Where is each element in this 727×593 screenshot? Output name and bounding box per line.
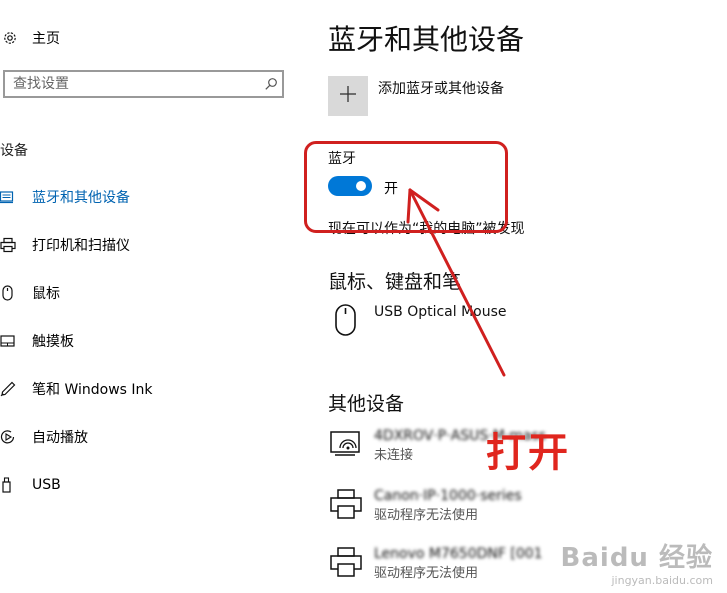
other-devices-heading: 其他设备 [328, 393, 405, 415]
mouse-icon [328, 302, 364, 338]
sidebar-item-mouse[interactable]: 鼠标 [0, 269, 300, 317]
bluetooth-devices-icon [0, 189, 20, 205]
watermark-line2: jingyan.baidu.com [611, 574, 713, 587]
sidebar-item-bluetooth[interactable]: 蓝牙和其他设备 [0, 173, 300, 221]
printer-icon [0, 237, 20, 253]
sidebar-item-label: 蓝牙和其他设备 [32, 190, 130, 206]
mouse-keyboard-pen-heading: 鼠标、键盘和笔 [328, 271, 462, 293]
sidebar-item-touchpad[interactable]: 触摸板 [0, 317, 300, 365]
sidebar-item-label: 鼠标 [32, 286, 60, 302]
devices-section-label: 设备 [0, 143, 28, 159]
device-name: USB Optical Mouse [374, 304, 507, 320]
sidebar-item-label: 笔和 Windows Ink [32, 382, 153, 398]
sidebar-item-label: 自动播放 [32, 430, 88, 446]
device-name: Canon·IP·1000·series [374, 488, 522, 504]
page-title: 蓝牙和其他设备 [328, 23, 525, 56]
sidebar-item-label: 触摸板 [32, 334, 74, 350]
mouse-icon [0, 285, 20, 301]
usb-icon [0, 477, 20, 493]
autoplay-icon [0, 429, 20, 445]
device-printer-canon[interactable]: Canon·IP·1000·series 驱动程序无法使用 [328, 486, 522, 526]
sidebar-item-printers[interactable]: 打印机和扫描仪 [0, 221, 300, 269]
add-device-label[interactable]: 添加蓝牙或其他设备 [378, 78, 504, 98]
printer-icon [328, 544, 364, 580]
sidebar-item-autoplay[interactable]: 自动播放 [0, 413, 300, 461]
annotation-highlight-box [304, 141, 508, 233]
device-usb-mouse[interactable]: USB Optical Mouse [328, 302, 507, 338]
search-icon[interactable] [260, 77, 282, 91]
sidebar-item-label: USB [32, 477, 61, 493]
printer-icon [328, 486, 364, 522]
gear-icon [0, 30, 20, 46]
search-input[interactable] [5, 75, 260, 93]
device-name: Lenovo M7650DNF [001 [374, 546, 543, 562]
annotation-text: 打开 [486, 430, 570, 476]
sidebar-item-label: 打印机和扫描仪 [32, 238, 130, 254]
watermark-line1: Baidu 经验 [560, 543, 713, 573]
device-printer-lenovo[interactable]: Lenovo M7650DNF [001 驱动程序无法使用 [328, 544, 543, 584]
pen-icon [0, 381, 20, 397]
baidu-watermark: Baidu 经验 jingyan.baidu.com [561, 537, 713, 587]
home-nav-item[interactable]: 主页 [0, 24, 200, 52]
device-status: 驱动程序无法使用 [374, 566, 479, 581]
touchpad-icon [0, 333, 20, 349]
sidebar-item-pen[interactable]: 笔和 Windows Ink [0, 365, 300, 413]
settings-sidebar: 主页 设备 蓝牙和其他设备 [0, 0, 300, 593]
plus-icon [339, 85, 357, 107]
home-label: 主页 [32, 31, 60, 47]
add-device-button[interactable] [328, 76, 368, 116]
device-status: 驱动程序无法使用 [374, 508, 479, 523]
sidebar-nav: 蓝牙和其他设备 打印机和扫描仪 鼠标 触摸板 笔和 Windows Ink 自动… [0, 173, 300, 509]
settings-search-box[interactable] [3, 70, 284, 98]
wireless-display-icon [328, 426, 364, 462]
main-content: 蓝牙和其他设备 添加蓝牙或其他设备 蓝牙 开 现在可以作为“我的电脑”被发现 鼠… [300, 0, 727, 593]
sidebar-item-usb[interactable]: USB [0, 461, 300, 509]
